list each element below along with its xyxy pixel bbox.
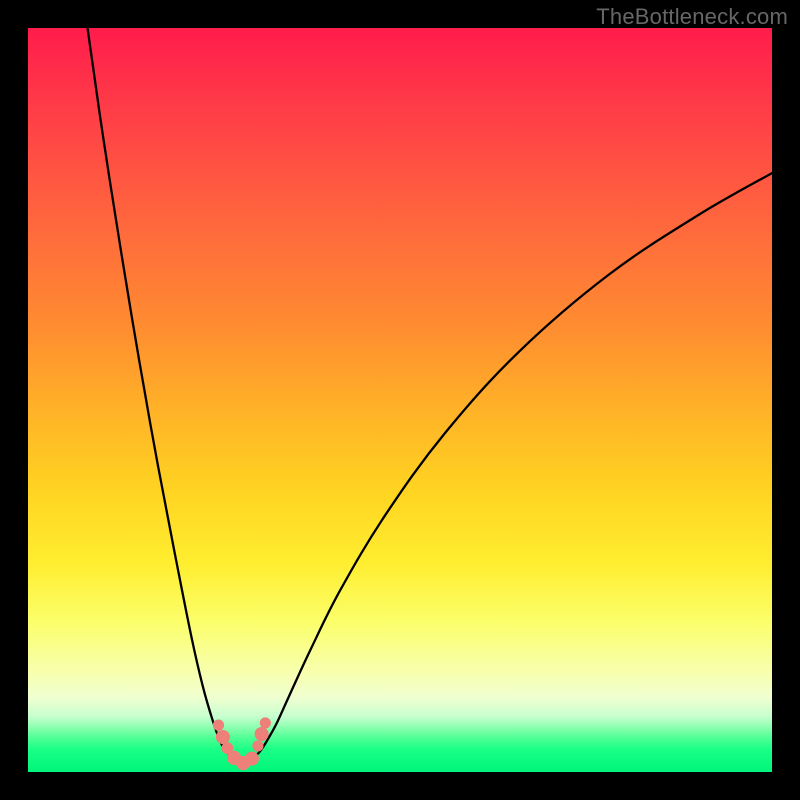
watermark-text: TheBottleneck.com (596, 4, 788, 30)
data-marker (260, 717, 271, 728)
data-marker (255, 727, 269, 741)
data-marker (245, 752, 259, 766)
curve-layer (28, 28, 772, 772)
plot-area (28, 28, 772, 772)
data-marker (252, 740, 263, 751)
chart-frame: TheBottleneck.com (0, 0, 800, 800)
curve-right-branch (254, 173, 772, 757)
data-marker (213, 720, 224, 731)
data-markers (213, 717, 271, 770)
curve-left-branch (88, 28, 234, 757)
data-marker (216, 730, 230, 744)
